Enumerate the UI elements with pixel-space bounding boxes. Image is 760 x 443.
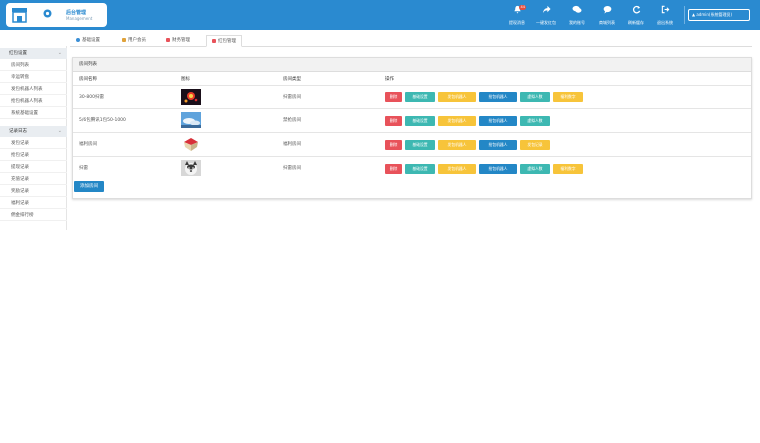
store-icon (12, 8, 27, 23)
room-list-panel: 房间列表 房间名称 图标 房间类型 操作 30-800扫雷 扫雷房间 删除 基础… (72, 57, 752, 199)
column-header-type: 房间类型 (283, 77, 301, 82)
sidebar-group-redpacket-settings[interactable]: 红包设置 ⌄ (0, 48, 67, 59)
user-icon: ▲ (692, 12, 696, 17)
welfare-number-button[interactable]: 福利数字 (553, 164, 583, 174)
sky-image (181, 112, 201, 128)
basic-settings-button[interactable]: 基础设置 (405, 164, 435, 174)
room-type: 扫雷房间 (283, 166, 301, 171)
sidebar-item-reward-records[interactable]: 奖励记录 (0, 186, 67, 197)
chevron-down-icon: ⌄ (57, 50, 62, 56)
tab-user-members[interactable]: 用户会员 (122, 35, 146, 47)
sidebar-item-send-records[interactable]: 发包记录 (0, 138, 67, 149)
table-row: 福利房间 福利房间 删除 基础设置 发包机器人 抢包机器人 发包记录 (73, 132, 751, 156)
delete-button[interactable]: 删除 (385, 140, 402, 150)
sidebar-item-system-settings[interactable]: 系统基础设置 (0, 108, 67, 119)
comment-icon (603, 5, 611, 14)
room-type: 扫雷房间 (283, 95, 301, 100)
nav-logout[interactable]: 退出系统 (650, 4, 680, 28)
sidebar-item-send-robot-list[interactable]: 发包机器人列表 (0, 84, 67, 95)
delete-button[interactable]: 删除 (385, 116, 402, 126)
virtual-users-button[interactable]: 虚拟人数 (520, 164, 550, 174)
welfare-number-button[interactable]: 福利数字 (553, 92, 583, 102)
sidebar-item-welfare-records[interactable]: 福利记录 (0, 198, 67, 209)
send-robot-button[interactable]: 发包机器人 (438, 92, 476, 102)
top-bar: 后台管理 Management 44 提现消息 一键发红包 我的账号 商城列表 … (0, 0, 760, 30)
grab-robot-button[interactable]: 抢包机器人 (479, 140, 517, 150)
sidebar-item-grab-robot-list[interactable]: 抢包机器人列表 (0, 96, 67, 107)
brand-logo[interactable]: 后台管理 Management (6, 3, 107, 27)
user-menu[interactable]: ▲ admin(系统管理员) (688, 9, 750, 21)
fireworks-image (181, 89, 201, 105)
virtual-users-button[interactable]: 虚拟人数 (520, 116, 550, 126)
logout-icon (661, 5, 669, 14)
send-records-button[interactable]: 发包记录 (520, 140, 550, 150)
tab-finance[interactable]: 财务管理 (166, 35, 190, 47)
table-row: 扫雷 扫雷房间 删除 基础设置 发包机器人 抢包机器人 虚拟人数 福利数字 (73, 156, 751, 180)
column-header-actions: 操作 (385, 77, 394, 82)
table-row: 30-800扫雷 扫雷房间 删除 基础设置 发包机器人 抢包机器人 虚拟人数 福… (73, 85, 751, 108)
basic-settings-button[interactable]: 基础设置 (405, 140, 435, 150)
header-divider (684, 6, 685, 24)
nav-label: 退出系统 (657, 20, 673, 25)
send-robot-button[interactable]: 发包机器人 (438, 164, 476, 174)
gear-icon (43, 9, 52, 18)
refresh-icon (632, 5, 640, 14)
sidebar-item-lucky-wheel[interactable]: 幸运转盘 (0, 72, 67, 83)
sidebar-item-commission-ranking[interactable]: 佣金排行榜 (0, 210, 67, 221)
message-count-badge: 44 (519, 5, 527, 10)
tab-basic-settings[interactable]: 基础设置 (76, 35, 100, 47)
room-name: 30-800扫雷 (79, 95, 104, 100)
room-name: 扫雷 (79, 166, 88, 171)
delete-button[interactable]: 删除 (385, 92, 402, 102)
room-name: 福利房间 (79, 142, 97, 147)
column-header-icon: 图标 (181, 77, 190, 82)
room-type: 禁抢房间 (283, 118, 301, 123)
user-name: admin(系统管理员) (696, 12, 733, 17)
chat-icon (572, 5, 582, 13)
module-tabs: 基础设置 用户会员 财务管理 红包管理 (70, 34, 752, 47)
user-icon (122, 37, 126, 42)
sidebar-group-logs[interactable]: 记录日志 ⌄ (0, 126, 67, 137)
grab-robot-button[interactable]: 抢包机器人 (479, 92, 517, 102)
sidebar-item-withdraw-records[interactable]: 提现记录 (0, 162, 67, 173)
send-robot-button[interactable]: 发包机器人 (438, 116, 476, 126)
basic-settings-button[interactable]: 基础设置 (405, 116, 435, 126)
finance-icon (166, 37, 170, 42)
dog-image (181, 160, 201, 176)
app-title: 后台管理 (66, 10, 87, 16)
grab-robot-button[interactable]: 抢包机器人 (479, 116, 517, 126)
share-icon (542, 5, 551, 14)
sidebar-item-room-list[interactable]: 房间列表 (0, 60, 67, 71)
gift-image (181, 136, 201, 152)
room-type: 福利房间 (283, 142, 301, 147)
tab-redpacket-management[interactable]: 红包管理 (206, 35, 242, 47)
add-room-button[interactable]: 添加房间 (74, 181, 104, 192)
nav-send-redpacket[interactable]: 一键发红包 (531, 4, 561, 28)
redpacket-icon (212, 38, 216, 43)
table-row: 5/6包腾讯1包50-1000 禁抢房间 删除 基础设置 发包机器人 抢包机器人… (73, 108, 751, 132)
chevron-down-icon: ⌄ (57, 128, 62, 134)
column-header-name: 房间名称 (79, 77, 97, 82)
grab-robot-button[interactable]: 抢包机器人 (479, 164, 517, 174)
sidebar: 红包设置 ⌄ 房间列表 幸运转盘 发包机器人列表 抢包机器人列表 系统基础设置 记… (0, 46, 67, 230)
room-name: 5/6包腾讯1包50-1000 (79, 118, 126, 123)
send-robot-button[interactable]: 发包机器人 (438, 140, 476, 150)
gear-icon (76, 37, 80, 42)
basic-settings-button[interactable]: 基础设置 (405, 92, 435, 102)
panel-title: 房间列表 (73, 58, 751, 72)
virtual-users-button[interactable]: 虚拟人数 (520, 92, 550, 102)
delete-button[interactable]: 删除 (385, 164, 402, 174)
app-subtitle: Management (66, 16, 93, 21)
sidebar-item-recharge-records[interactable]: 充值记录 (0, 174, 67, 185)
sidebar-item-grab-records[interactable]: 抢包记录 (0, 150, 67, 161)
